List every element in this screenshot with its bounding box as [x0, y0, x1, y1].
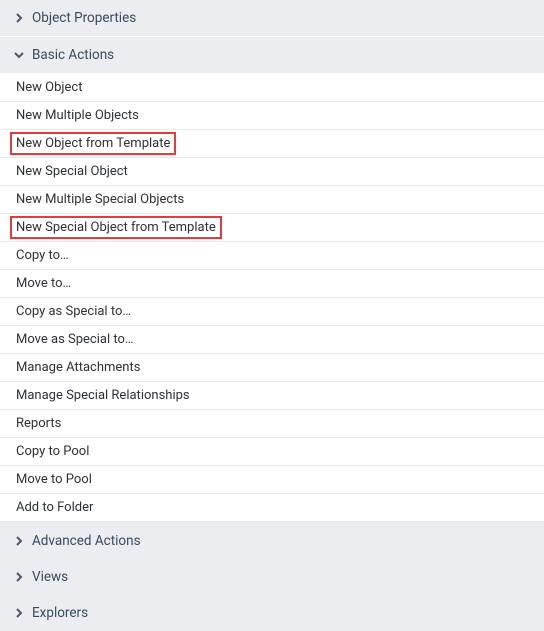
- chevron-right-icon: [14, 13, 24, 23]
- list-item[interactable]: New Object from Template: [0, 130, 544, 158]
- section-advanced-actions[interactable]: Advanced Actions: [0, 523, 544, 559]
- list-item-label: New Special Object: [14, 163, 130, 180]
- section-title: Explorers: [32, 605, 88, 621]
- list-item[interactable]: Copy as Special to…: [0, 298, 544, 326]
- list-item[interactable]: Move to…: [0, 270, 544, 298]
- list-item-label: Move as Special to…: [14, 331, 136, 348]
- list-item-label: Add to Folder: [14, 499, 95, 516]
- section-title: Advanced Actions: [32, 533, 141, 549]
- list-item[interactable]: Copy to…: [0, 242, 544, 270]
- list-item-label: Move to…: [14, 275, 73, 292]
- list-item-label: Copy to Pool: [14, 443, 91, 460]
- list-item[interactable]: New Special Object: [0, 158, 544, 186]
- section-basic-actions[interactable]: Basic Actions: [0, 37, 544, 74]
- section-views[interactable]: Views: [0, 559, 544, 595]
- list-item[interactable]: Copy to Pool: [0, 438, 544, 466]
- chevron-right-icon: [14, 536, 24, 546]
- section-object-properties[interactable]: Object Properties: [0, 0, 544, 37]
- list-item-label: Copy as Special to…: [14, 303, 133, 320]
- list-item-label: Manage Attachments: [14, 359, 142, 376]
- list-item[interactable]: Manage Special Relationships: [0, 382, 544, 410]
- list-item-label: New Multiple Objects: [14, 107, 141, 124]
- list-item[interactable]: New Special Object from Template: [0, 214, 544, 242]
- list-item-label: Reports: [14, 415, 63, 432]
- list-item-label: Move to Pool: [14, 471, 94, 488]
- section-title: Views: [32, 569, 68, 585]
- section-title: Object Properties: [32, 10, 136, 26]
- list-item-label: New Special Object from Template: [10, 216, 222, 239]
- collapsed-sections: Advanced Actions Views Explorers: [0, 522, 544, 631]
- list-item[interactable]: New Object: [0, 74, 544, 102]
- list-item[interactable]: Add to Folder: [0, 494, 544, 522]
- list-item[interactable]: New Multiple Objects: [0, 102, 544, 130]
- list-item-label: New Object from Template: [10, 132, 176, 155]
- list-item[interactable]: Manage Attachments: [0, 354, 544, 382]
- list-item-label: Manage Special Relationships: [14, 387, 192, 404]
- chevron-right-icon: [14, 572, 24, 582]
- list-item[interactable]: Move to Pool: [0, 466, 544, 494]
- list-item[interactable]: New Multiple Special Objects: [0, 186, 544, 214]
- list-item-label: New Object: [14, 79, 84, 96]
- list-item-label: Copy to…: [14, 247, 71, 264]
- chevron-down-icon: [14, 50, 24, 60]
- section-explorers[interactable]: Explorers: [0, 595, 544, 631]
- section-title: Basic Actions: [32, 47, 114, 63]
- list-item[interactable]: Reports: [0, 410, 544, 438]
- list-item[interactable]: Move as Special to…: [0, 326, 544, 354]
- basic-actions-list: New Object New Multiple Objects New Object…: [0, 74, 544, 522]
- chevron-right-icon: [14, 608, 24, 618]
- list-item-label: New Multiple Special Objects: [14, 191, 186, 208]
